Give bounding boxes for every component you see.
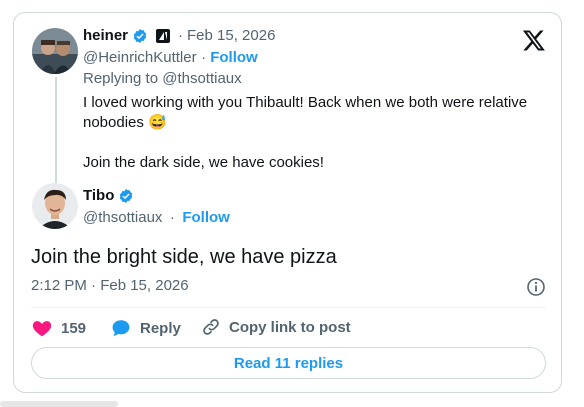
main-follow-button[interactable]: Follow [182, 209, 230, 226]
main-author-handle[interactable]: @thsottiaux [83, 209, 162, 226]
replying-to-prefix: Replying to [83, 70, 163, 87]
affiliate-badge-icon [156, 28, 171, 43]
reply-bubble-icon [110, 317, 132, 339]
read-replies-button[interactable]: Read 11 replies [31, 347, 546, 379]
quoted-separator: · [178, 27, 184, 44]
main-separator: · [169, 209, 175, 226]
copy-link-label: Copy link to post [229, 318, 351, 336]
replying-to: Replying to @thsottiaux [83, 70, 242, 87]
quoted-text-line2: nobodies [83, 114, 144, 131]
quoted-text-line3: Join the dark side, we have cookies! [83, 154, 324, 171]
tibo-avatar[interactable] [32, 183, 78, 229]
verified-badge-icon [132, 28, 148, 44]
main-author-name[interactable]: Tibo [83, 187, 114, 204]
tweet-card: heiner · Feb 15, 2026 @HeinrichKuttler ·… [13, 12, 562, 393]
quoted-author-name[interactable]: heiner [83, 27, 128, 44]
main-tweet-text: Join the bright side, we have pizza [31, 246, 337, 268]
read-replies-label: Read 11 replies [233, 354, 344, 372]
quoted-author-handle[interactable]: @HeinrichKuttler [83, 49, 197, 66]
sweat-smile-emoji: 😅 [148, 114, 167, 131]
thread-line [55, 77, 57, 187]
quoted-date[interactable]: Feb 15, 2026 [187, 27, 275, 44]
quoted-text-line1: I loved working with you Thibault! Back … [83, 94, 528, 111]
replying-to-handle[interactable]: @thsottiaux [162, 70, 241, 87]
like-button[interactable]: 159 [31, 317, 86, 339]
like-count: 159 [61, 319, 87, 337]
x-logo-icon[interactable] [522, 28, 546, 52]
copy-link-button[interactable]: Copy link to post [201, 317, 351, 337]
divider [31, 307, 546, 308]
quoted-tweet-text: I loved working with you Thibault! Back … [83, 93, 553, 173]
main-timestamp[interactable]: 2:12 PM · Feb 15, 2026 [31, 277, 189, 294]
reply-label: Reply [140, 319, 181, 337]
verified-badge-icon [118, 188, 134, 204]
heiner-avatar[interactable] [32, 28, 78, 74]
heart-icon [31, 317, 53, 339]
link-icon [201, 317, 221, 337]
quoted-follow-button[interactable]: Follow [210, 49, 258, 66]
reply-button[interactable]: Reply [110, 317, 181, 339]
info-icon[interactable] [526, 277, 546, 297]
scrollbar[interactable] [0, 401, 118, 407]
